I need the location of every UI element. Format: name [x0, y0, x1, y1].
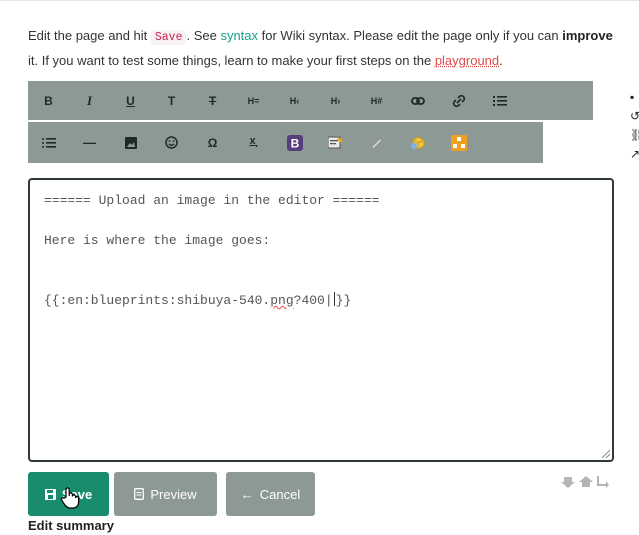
- side-tools: ▪ ↺ ⛓ ↗: [630, 88, 639, 164]
- horizontal-rule-button[interactable]: —: [69, 122, 110, 163]
- underline-button[interactable]: U: [110, 81, 151, 120]
- box-button[interactable]: [397, 122, 438, 163]
- external-link-button[interactable]: [438, 81, 479, 120]
- code-button[interactable]: T: [151, 81, 192, 120]
- unordered-list-button[interactable]: [28, 122, 69, 163]
- smiley-button[interactable]: [151, 122, 192, 163]
- code-icon: T: [167, 93, 176, 108]
- bootstrap-button[interactable]: B: [274, 122, 315, 163]
- editor-line-heading: ====== Upload an image in the editor ===…: [44, 193, 380, 208]
- improve-bold: improve: [562, 28, 613, 43]
- grow-editor-icon[interactable]: [578, 475, 594, 489]
- bootstrap-icon: B: [286, 134, 303, 151]
- heading-select-button[interactable]: H#: [356, 81, 397, 120]
- shrink-editor-icon[interactable]: [560, 475, 576, 489]
- omega-icon: Ω: [207, 135, 218, 150]
- bold-icon: B: [44, 93, 53, 108]
- editor-line-text: Here is where the image goes:: [44, 233, 271, 248]
- cancel-label: Cancel: [259, 486, 301, 502]
- svg-text:B: B: [290, 136, 299, 150]
- intro-text-3: for Wiki syntax. Please edit the page on…: [258, 28, 563, 43]
- template-button[interactable]: [315, 122, 356, 163]
- editor-toolbar-row-1: B I U T T H= H‹ H› H#: [28, 81, 593, 120]
- media-button[interactable]: [110, 122, 151, 163]
- resize-grip-icon[interactable]: [602, 450, 610, 458]
- subscript-icon: x.: [249, 135, 258, 150]
- heading-higher-button[interactable]: H‹: [274, 81, 315, 120]
- syntax-link[interactable]: syntax: [220, 28, 258, 43]
- box-icon: [410, 135, 424, 150]
- wrap-toggle-icon[interactable]: [596, 475, 610, 489]
- strikethrough-button[interactable]: T: [192, 81, 233, 120]
- special-chars-button[interactable]: Ω: [192, 122, 233, 163]
- edit-summary-label: Edit summary: [28, 518, 114, 533]
- intro-text-2: . See: [186, 28, 221, 43]
- preview-label: Preview: [150, 486, 197, 502]
- editor-size-controls: [560, 475, 610, 489]
- history-icon[interactable]: ↺: [630, 107, 639, 126]
- arrow-left-icon: ←: [240, 486, 254, 502]
- wiki-text-editor[interactable]: ====== Upload an image in the editor ===…: [28, 178, 614, 462]
- italic-button[interactable]: I: [69, 81, 110, 120]
- external-link-icon: [452, 94, 465, 107]
- image-icon: [124, 136, 137, 149]
- document-icon: [134, 488, 145, 500]
- editor-toolbar-row-2: — Ω x. B: [28, 122, 543, 163]
- up-arrow-icon[interactable]: ↗: [630, 145, 639, 164]
- ordered-list-icon: [492, 95, 507, 106]
- pencil-icon: [371, 138, 383, 149]
- page-top-border: [0, 0, 639, 1]
- heading-same-icon: H=: [247, 95, 260, 106]
- heading-higher-icon: H‹: [289, 95, 300, 106]
- save-code-snippet: Save: [150, 30, 187, 45]
- underline-icon: U: [126, 93, 135, 108]
- ordered-list-button[interactable]: [479, 81, 520, 120]
- heading-select-icon: H#: [370, 95, 383, 106]
- intro-text-1: Edit the page and hit: [28, 28, 151, 43]
- heading-lower-button[interactable]: H›: [315, 81, 356, 120]
- chain-link-icon: [410, 96, 425, 105]
- intro-text-5: .: [499, 53, 503, 68]
- hand-cursor-icon: [60, 487, 80, 509]
- plugin-button[interactable]: [438, 122, 479, 163]
- floppy-disk-icon: [44, 488, 56, 500]
- subscript-button[interactable]: x.: [233, 122, 274, 163]
- pencil-button[interactable]: [356, 122, 397, 163]
- strikethrough-icon: T: [208, 93, 217, 108]
- document-icon[interactable]: ▪: [630, 88, 639, 107]
- edit-intro-text: Edit the page and hit Save. See syntax f…: [28, 24, 618, 72]
- link-icon[interactable]: ⛓: [630, 126, 639, 145]
- editor-line-image-syntax: {{:en:blueprints:shibuya-540.png?400|}}: [44, 292, 352, 308]
- preview-button[interactable]: Preview: [114, 472, 217, 516]
- unordered-list-icon: [41, 137, 56, 148]
- playground-link[interactable]: playground: [435, 53, 499, 68]
- italic-icon: I: [86, 92, 93, 108]
- text-cursor: [333, 292, 335, 306]
- horizontal-rule-icon: —: [83, 135, 96, 150]
- plugin-icon: [450, 134, 467, 151]
- editor-content[interactable]: ====== Upload an image in the editor ===…: [30, 180, 612, 322]
- intro-text-4: it. If you want to test some things, lea…: [28, 53, 435, 68]
- internal-link-button[interactable]: [397, 81, 438, 120]
- smiley-icon: [165, 136, 178, 149]
- heading-same-button[interactable]: H=: [233, 81, 274, 120]
- cancel-button[interactable]: ← Cancel: [226, 472, 315, 516]
- heading-lower-icon: H›: [330, 95, 341, 106]
- template-icon: [327, 136, 343, 148]
- bold-button[interactable]: B: [28, 81, 69, 120]
